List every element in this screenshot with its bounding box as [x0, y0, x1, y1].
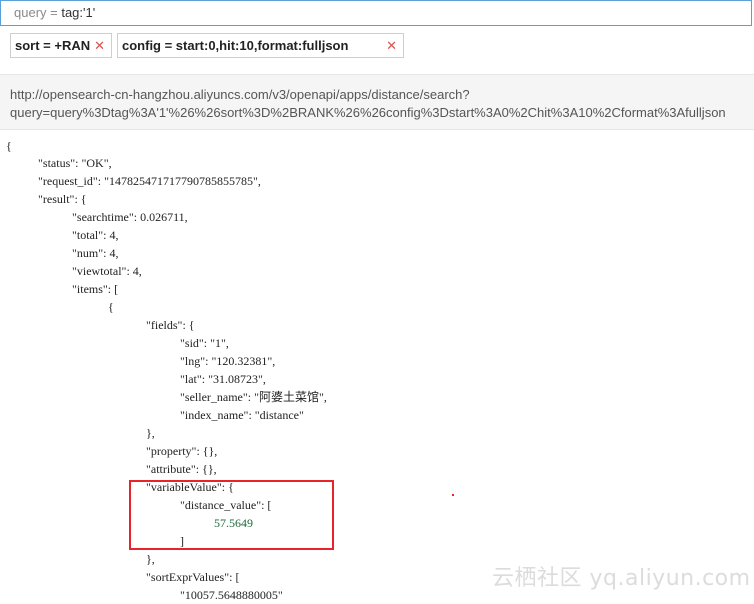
- query-input[interactable]: query = tag:'1': [0, 0, 752, 26]
- json-line: },: [146, 426, 155, 440]
- json-response: { "status": "OK", "request_id": "1478254…: [0, 132, 754, 602]
- json-line: "attribute": {},: [146, 462, 217, 476]
- json-line: "total": 4,: [72, 228, 119, 242]
- json-line: "fields": {: [146, 318, 195, 332]
- sort-chip[interactable]: sort = +RAN ✕: [10, 33, 112, 58]
- close-icon[interactable]: ✕: [386, 34, 397, 57]
- sort-chip-text: sort = +RAN: [15, 38, 91, 53]
- config-chip-text: config = start:0,hit:10,format:fulljson: [122, 38, 349, 53]
- json-line: "request_id": "147825471717790785855785"…: [38, 174, 261, 188]
- json-line: {: [6, 139, 12, 153]
- watermark: 云栖社区 yq.aliyun.com: [492, 566, 751, 591]
- json-line: {: [108, 300, 114, 314]
- json-line: },: [146, 552, 155, 566]
- json-line: "sortExprValues": [: [146, 570, 240, 584]
- json-line: "property": {},: [146, 444, 218, 458]
- url-line-1: http://opensearch-cn-hangzhou.aliyuncs.c…: [10, 87, 470, 102]
- json-line: "lat": "31.08723",: [180, 372, 266, 386]
- json-line: "result": {: [38, 192, 87, 206]
- query-value: tag:'1': [61, 5, 96, 20]
- json-line: "searchtime": 0.026711,: [72, 210, 188, 224]
- annotation-dot: [452, 494, 454, 496]
- url-line-2: query=query%3Dtag%3A'1'%26%26sort%3D%2BR…: [10, 105, 726, 120]
- json-line: "num": 4,: [72, 246, 119, 260]
- request-url: http://opensearch-cn-hangzhou.aliyuncs.c…: [0, 74, 754, 130]
- config-chip[interactable]: config = start:0,hit:10,format:fulljson …: [117, 33, 404, 58]
- json-line: "seller_name": "阿婆土菜馆",: [180, 390, 327, 404]
- json-line: "items": [: [72, 282, 119, 296]
- close-icon[interactable]: ✕: [94, 34, 105, 57]
- json-line: "viewtotal": 4,: [72, 264, 142, 278]
- json-line: "lng": "120.32381",: [180, 354, 276, 368]
- json-line: "status": "OK",: [38, 156, 112, 170]
- highlight-box: [129, 480, 334, 550]
- json-line: "index_name": "distance": [180, 408, 304, 422]
- query-label: query =: [14, 5, 62, 20]
- json-line: "10057.5648880005": [180, 588, 283, 602]
- json-line: "sid": "1",: [180, 336, 229, 350]
